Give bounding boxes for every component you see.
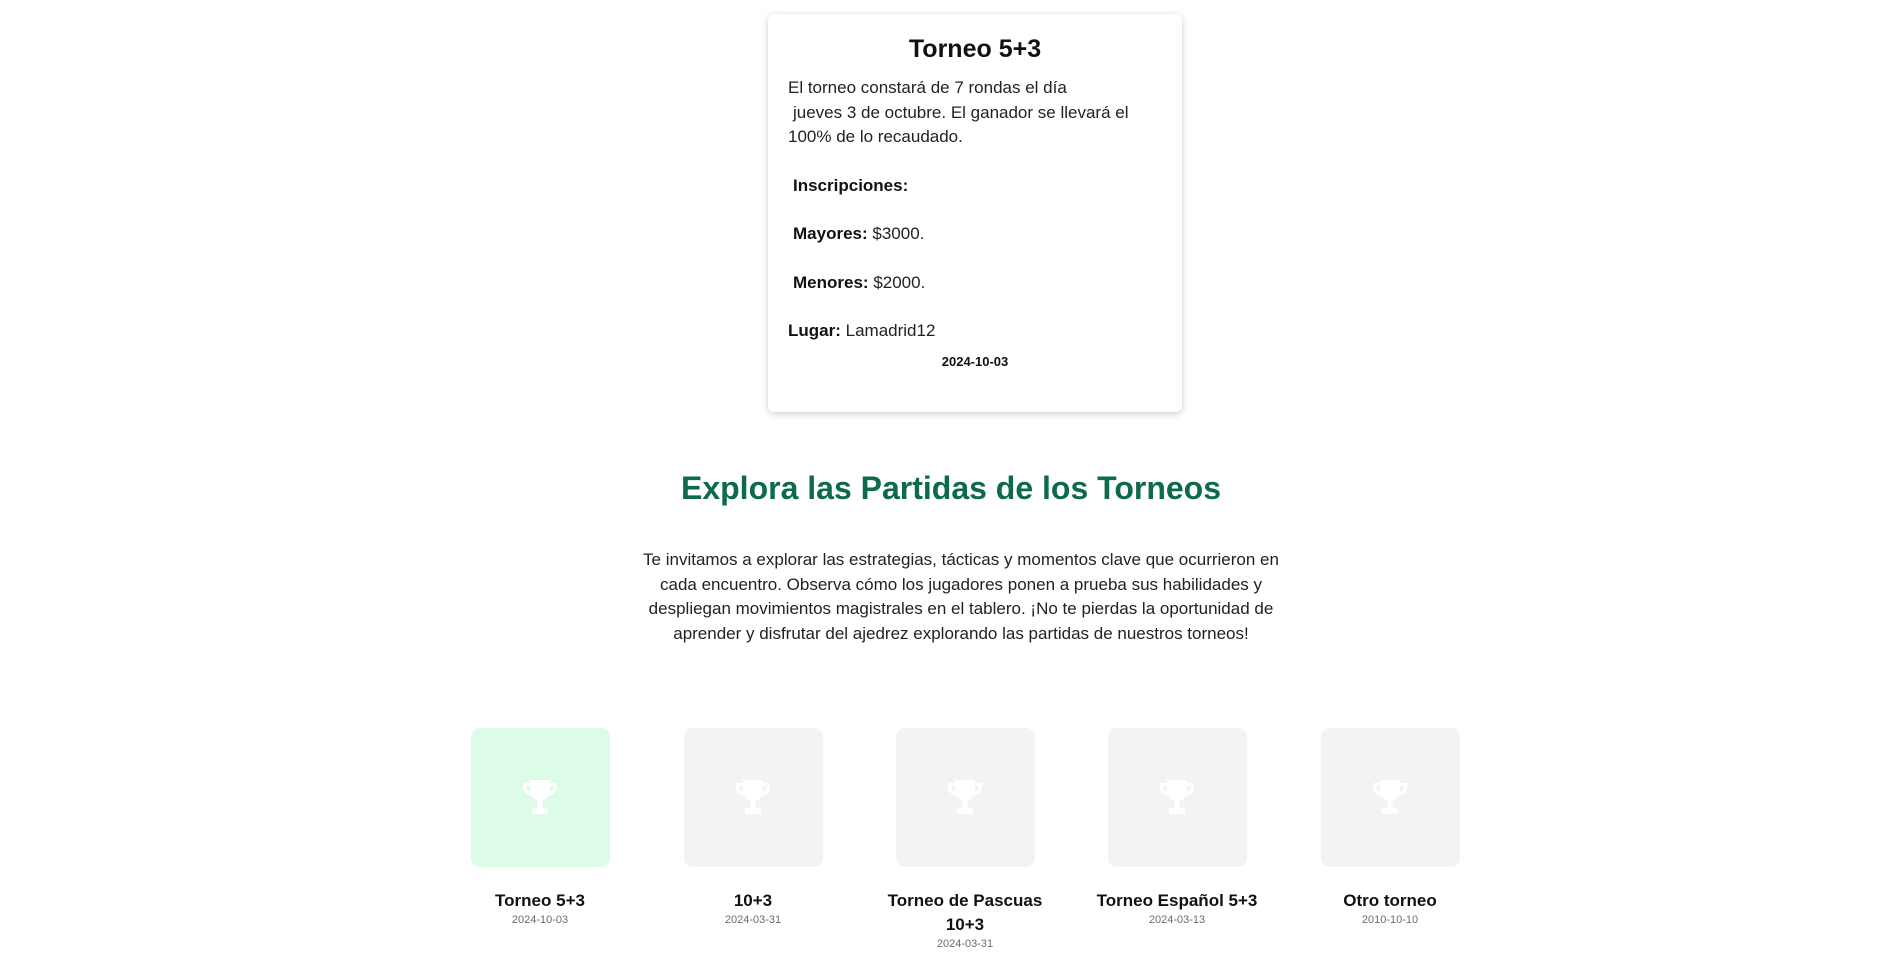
tournament-tile[interactable] <box>895 728 1035 867</box>
adults-price: Mayores: $3000. <box>788 222 1162 247</box>
tournament-detail-card: Torneo 5+3 El torneo constará de 7 ronda… <box>768 14 1182 412</box>
registration-heading: Inscripciones: <box>788 174 1162 199</box>
place-label: Lugar: <box>788 321 841 340</box>
card-date: 2024-10-03 <box>941 353 1009 369</box>
tournament-name: Torneo de Pascuas 10+3 <box>887 891 1043 934</box>
adults-label: Mayores: <box>793 224 868 243</box>
tournament-item[interactable]: 10+3 2024-03-31 <box>653 728 853 927</box>
tournament-tile[interactable] <box>1107 728 1247 867</box>
minors-price: Menores: $2000. <box>788 271 1162 296</box>
tournament-date: 2024-03-31 <box>724 914 782 926</box>
trophy-icon <box>522 779 558 814</box>
tournament-name: Torneo 5+3 <box>495 891 585 910</box>
adults-value: $3000. <box>872 224 925 243</box>
tournament-date: 2024-03-31 <box>936 938 994 950</box>
tournament-tile[interactable] <box>683 728 823 867</box>
section-title: Explora las Partidas de los Torneos <box>680 470 1222 506</box>
card-title: Torneo 5+3 <box>908 35 1042 63</box>
tournament-item[interactable]: Otro torneo 2010-10-10 <box>1290 728 1490 927</box>
minors-label: Menores: <box>793 272 869 292</box>
tournament-list: Torneo 5+3 2024-10-03 10+3 2024-03-31 To… <box>0 728 1902 958</box>
tournament-item[interactable]: Torneo 5+3 2024-10-03 <box>440 728 640 927</box>
trophy-icon <box>1372 779 1408 814</box>
minors-value: $2000. <box>873 272 926 292</box>
registration-label: Inscripciones: <box>793 175 909 195</box>
tournament-tile[interactable] <box>1320 728 1460 867</box>
tournament-item[interactable]: Torneo Español 5+3 2024-03-13 <box>1077 728 1277 927</box>
trophy-icon <box>735 779 771 814</box>
tournament-tile[interactable] <box>470 728 610 867</box>
section-description: Te invitamos a explorar las estrategias,… <box>643 550 1279 643</box>
tournament-item[interactable]: Torneo de Pascuas 10+3 2024-03-31 <box>865 728 1065 951</box>
description-line-2: jueves 3 de octubre. El ganador se lleva… <box>788 102 1129 147</box>
trophy-icon <box>947 779 983 814</box>
tournament-name: Otro torneo <box>1343 891 1437 910</box>
tournament-name: Torneo Español 5+3 <box>1096 891 1258 910</box>
place-info: Lugar: Lamadrid12 <box>788 319 1162 344</box>
description-line-1: El torneo constará de 7 rondas el día <box>788 78 1067 97</box>
tournament-date: 2010-10-10 <box>1361 914 1419 926</box>
tournament-date: 2024-10-03 <box>511 914 569 926</box>
tournament-name: 10+3 <box>733 891 773 910</box>
card-description: El torneo constará de 7 rondas el día ju… <box>788 76 1162 150</box>
place-value: Lamadrid12 <box>845 321 936 340</box>
tournament-date: 2024-03-13 <box>1148 914 1206 926</box>
trophy-icon <box>1159 779 1195 814</box>
